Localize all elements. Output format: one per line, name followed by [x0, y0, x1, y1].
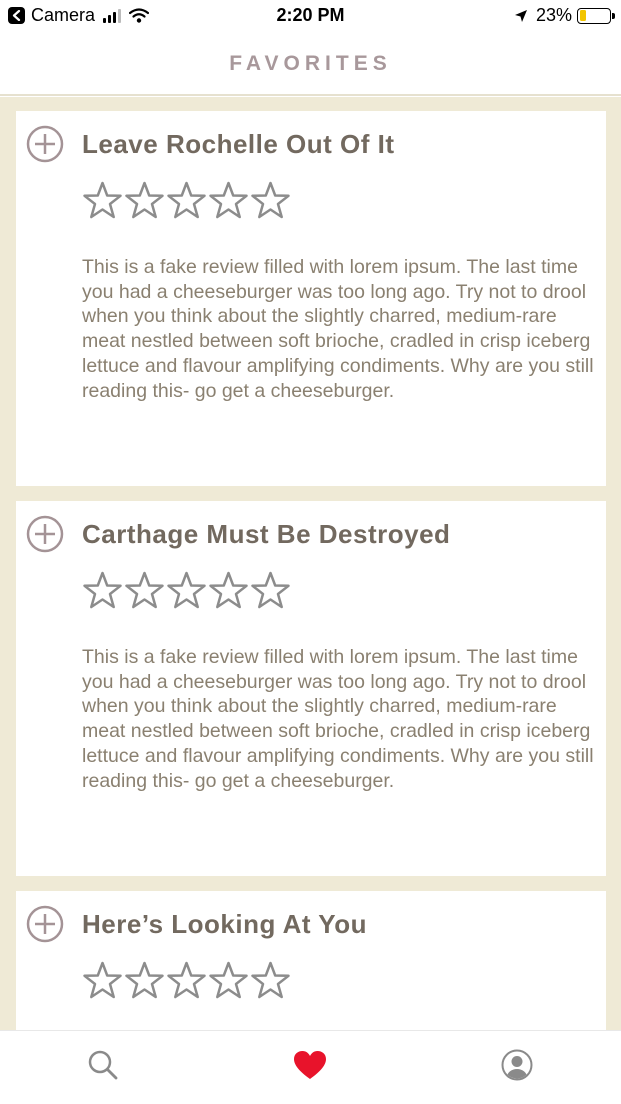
star-icon[interactable] [166, 181, 207, 221]
favorite-card[interactable]: Leave Rochelle Out Of It This is a fake … [16, 111, 606, 486]
star-rating[interactable] [82, 181, 292, 221]
favorite-title: Leave Rochelle Out Of It [82, 129, 395, 159]
battery-percent: 23% [535, 5, 572, 25]
star-icon[interactable] [250, 961, 291, 1001]
tab-search[interactable] [83, 1045, 123, 1085]
nav-header: FAVORITES [0, 34, 621, 96]
star-icon[interactable] [124, 181, 165, 221]
star-icon[interactable] [250, 571, 291, 611]
favorite-title: Carthage Must Be Destroyed [82, 519, 451, 549]
star-icon[interactable] [250, 181, 291, 221]
star-icon[interactable] [208, 181, 249, 221]
star-icon[interactable] [82, 961, 123, 1001]
star-icon[interactable] [82, 571, 123, 611]
review-text: This is a fake review filled with lorem … [82, 646, 594, 792]
battery-icon [577, 7, 615, 24]
tab-bar [0, 1030, 621, 1104]
page-title: FAVORITES [229, 52, 392, 75]
star-icon[interactable] [208, 961, 249, 1001]
star-icon[interactable] [124, 961, 165, 1001]
favorites-list[interactable]: Leave Rochelle Out Of It This is a fake … [0, 97, 621, 1030]
status-bar: Camera 2:20 PM 23% [0, 0, 621, 34]
location-arrow-icon [514, 9, 527, 22]
status-right: 23% [514, 5, 615, 26]
tab-favorites[interactable] [290, 1045, 330, 1085]
add-circle-icon[interactable] [26, 515, 64, 553]
favorite-card[interactable]: Here’s Looking At You [16, 891, 606, 1030]
favorite-card[interactable]: Carthage Must Be Destroyed This is a fak… [16, 501, 606, 876]
star-icon[interactable] [208, 571, 249, 611]
search-icon [88, 1050, 118, 1080]
favorite-title: Here’s Looking At You [82, 909, 367, 939]
tab-profile[interactable] [497, 1045, 537, 1085]
star-icon[interactable] [166, 571, 207, 611]
star-icon[interactable] [124, 571, 165, 611]
profile-icon [501, 1049, 533, 1081]
star-rating[interactable] [82, 571, 292, 611]
add-circle-icon[interactable] [26, 905, 64, 943]
star-rating[interactable] [82, 961, 292, 1001]
add-circle-icon[interactable] [26, 125, 64, 163]
star-icon[interactable] [82, 181, 123, 221]
heart-icon [294, 1051, 326, 1079]
star-icon[interactable] [166, 961, 207, 1001]
review-text: This is a fake review filled with lorem … [82, 256, 594, 402]
